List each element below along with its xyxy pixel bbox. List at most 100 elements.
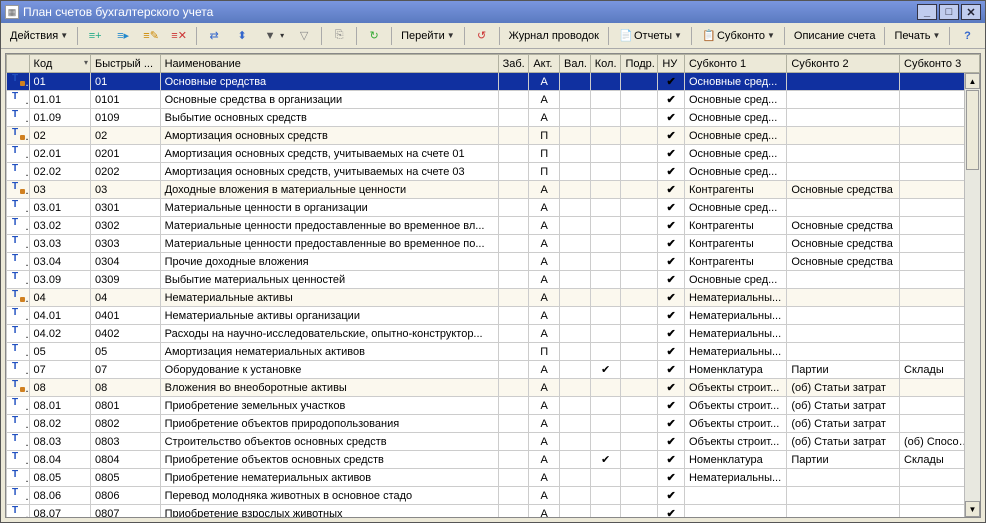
add-icon: ≡+: [87, 28, 103, 44]
subconto-menu[interactable]: 📋Субконто▼: [696, 26, 780, 46]
check-icon: ✔: [667, 508, 676, 518]
row-icon: [11, 470, 25, 482]
maximize-button[interactable]: □: [939, 4, 959, 20]
reports-menu[interactable]: 📄Отчеты▼: [613, 26, 687, 46]
table-row[interactable]: 02.020202Амортизация основных средств, у…: [7, 163, 980, 181]
check-icon: ✔: [667, 238, 676, 250]
check-icon: ✔: [667, 112, 676, 124]
check-icon: ✔: [667, 148, 676, 160]
filter-button[interactable]: ▼▾: [257, 26, 289, 46]
col-s2[interactable]: Субконто 2: [787, 55, 900, 73]
table-row[interactable]: 08.060806Перевод молодняка животных в ос…: [7, 487, 980, 505]
edit-button[interactable]: ≡✎: [138, 26, 164, 46]
hierarchy-icon: ⬍: [234, 28, 250, 44]
check-icon: ✔: [667, 256, 676, 268]
row-icon: [11, 380, 25, 392]
table-row[interactable]: 04.010401Нематериальные активы организац…: [7, 307, 980, 325]
refresh2-icon: ↺: [474, 28, 490, 44]
add-button[interactable]: ≡+: [82, 26, 108, 46]
actions-menu[interactable]: Действия▼: [5, 26, 73, 46]
scroll-down-button[interactable]: ▼: [965, 501, 980, 517]
refresh-button[interactable]: ↻: [361, 26, 387, 46]
table-row[interactable]: 08.050805Приобретение нематериальных акт…: [7, 469, 980, 487]
col-val[interactable]: Вал.: [560, 55, 591, 73]
row-icon: [11, 236, 25, 248]
row-icon: [11, 326, 25, 338]
table-row[interactable]: 08.070807Приобретение взрослых животныхА…: [7, 505, 980, 519]
check-icon: ✔: [667, 382, 676, 394]
copy-button[interactable]: ⎘: [326, 26, 352, 46]
row-icon: [11, 218, 25, 230]
check-icon: ✔: [667, 454, 676, 466]
table-row[interactable]: 04.020402Расходы на научно-исследователь…: [7, 325, 980, 343]
table-row[interactable]: 02.010201Амортизация основных средств, у…: [7, 145, 980, 163]
move-button[interactable]: ⇄: [201, 26, 227, 46]
row-icon: [11, 146, 25, 158]
check-icon: ✔: [667, 130, 676, 142]
scroll-up-button[interactable]: ▲: [965, 73, 980, 89]
table-row[interactable]: 0505Амортизация нематериальных активовП✔…: [7, 343, 980, 361]
table-row[interactable]: 0404Нематериальные активыА✔Нематериальны…: [7, 289, 980, 307]
table-row[interactable]: 03.010301Материальные ценности в организ…: [7, 199, 980, 217]
row-icon: [11, 164, 25, 176]
copy-icon: ⎘: [331, 28, 347, 44]
scroll-thumb[interactable]: [966, 90, 979, 170]
col-zab[interactable]: Заб.: [498, 55, 529, 73]
accounts-table[interactable]: Код▾ Быстрый ... Наименование Заб. Акт. …: [6, 54, 980, 518]
check-icon: ✔: [667, 220, 676, 232]
vertical-scrollbar[interactable]: ▲ ▼: [964, 73, 980, 517]
col-s3[interactable]: Субконто 3: [900, 55, 980, 73]
col-icon[interactable]: [7, 55, 30, 73]
row-icon: [11, 272, 25, 284]
table-row[interactable]: 0101Основные средстваА✔Основные сред...: [7, 73, 980, 91]
grid: Код▾ Быстрый ... Наименование Заб. Акт. …: [5, 53, 981, 518]
table-row[interactable]: 01.010101Основные средства в организации…: [7, 91, 980, 109]
table-row[interactable]: 03.040304Прочие доходные вложенияА✔Контр…: [7, 253, 980, 271]
goto-menu[interactable]: Перейти▼: [396, 26, 460, 46]
close-button[interactable]: ✕: [961, 4, 981, 20]
refresh-icon: ↻: [366, 28, 382, 44]
minimize-button[interactable]: _: [917, 4, 937, 20]
table-row[interactable]: 0303Доходные вложения в материальные цен…: [7, 181, 980, 199]
col-name[interactable]: Наименование: [160, 55, 498, 73]
check-icon: ✔: [667, 472, 676, 484]
table-row[interactable]: 08.010801Приобретение земельных участков…: [7, 397, 980, 415]
col-kol[interactable]: Кол.: [590, 55, 621, 73]
delete-icon: ≡✕: [171, 28, 187, 44]
table-row[interactable]: 08.020802Приобретение объектов природопо…: [7, 415, 980, 433]
window-title: План счетов бухгалтерского учета: [23, 5, 915, 19]
hierarchy-button[interactable]: ⬍: [229, 26, 255, 46]
col-act[interactable]: Акт.: [529, 55, 560, 73]
delete-button[interactable]: ≡✕: [166, 26, 192, 46]
row-icon: [11, 110, 25, 122]
table-row[interactable]: 0707Оборудование к установкеА✔✔Номенклат…: [7, 361, 980, 379]
col-code[interactable]: Код▾: [29, 55, 90, 73]
description-button[interactable]: Описание счета: [789, 26, 881, 46]
row-icon: [11, 290, 25, 302]
col-podr[interactable]: Подр.: [621, 55, 658, 73]
help-button[interactable]: ?: [954, 26, 980, 46]
check-icon: ✔: [667, 490, 676, 502]
subconto-icon: 📋: [701, 28, 717, 44]
clear-filter-button[interactable]: ▽: [291, 26, 317, 46]
check-icon: ✔: [667, 76, 676, 88]
table-row[interactable]: 08.030803Строительство объектов основных…: [7, 433, 980, 451]
col-nu[interactable]: НУ: [658, 55, 685, 73]
table-row[interactable]: 03.020302Материальные ценности предостав…: [7, 217, 980, 235]
table-row[interactable]: 03.090309Выбытие материальных ценностейА…: [7, 271, 980, 289]
journal-button[interactable]: Журнал проводок: [504, 26, 604, 46]
refresh2-button[interactable]: ↺: [469, 26, 495, 46]
col-s1[interactable]: Субконто 1: [684, 55, 786, 73]
app-window: ▦ План счетов бухгалтерского учета _ □ ✕…: [0, 0, 986, 523]
add-group-button[interactable]: ≡▸: [110, 26, 136, 46]
col-fast[interactable]: Быстрый ...: [90, 55, 160, 73]
table-row[interactable]: 01.090109Выбытие основных средствА✔Основ…: [7, 109, 980, 127]
check-icon: ✔: [667, 166, 676, 178]
print-menu[interactable]: Печать▼: [889, 26, 945, 46]
app-icon: ▦: [5, 5, 19, 19]
table-row[interactable]: 0202Амортизация основных средствП✔Основн…: [7, 127, 980, 145]
row-icon: [11, 182, 25, 194]
table-row[interactable]: 03.030303Материальные ценности предостав…: [7, 235, 980, 253]
table-row[interactable]: 0808Вложения во внеоборотные активыА✔Объ…: [7, 379, 980, 397]
table-row[interactable]: 08.040804Приобретение объектов основных …: [7, 451, 980, 469]
